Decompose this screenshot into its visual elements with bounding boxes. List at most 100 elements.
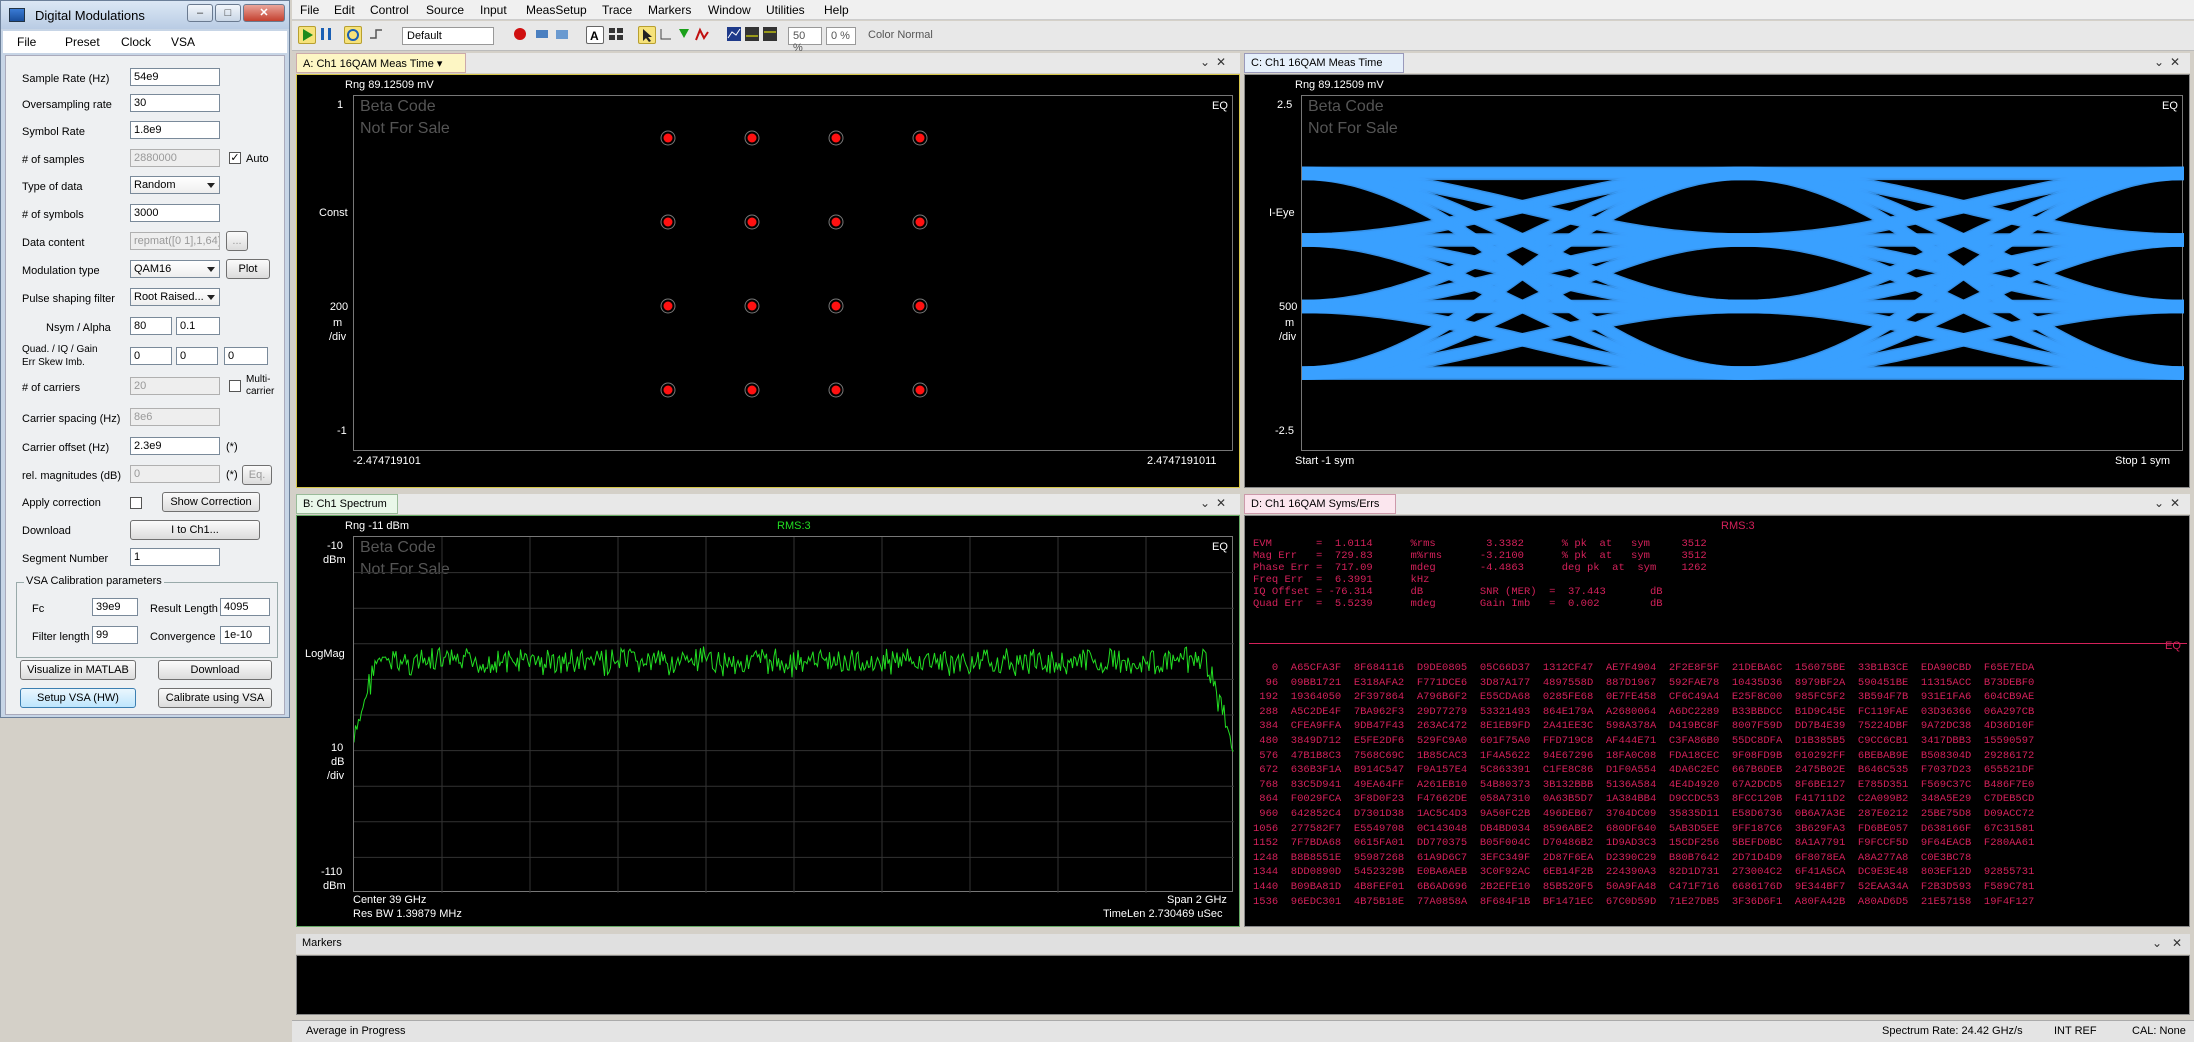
layout-icon[interactable] — [608, 26, 626, 44]
plot-button[interactable]: Plot — [226, 259, 270, 279]
setup-vsa-button[interactable]: Setup VSA (HW) — [20, 688, 136, 708]
zoom-icon[interactable] — [658, 26, 676, 44]
color-mode-select[interactable]: Color Normal — [864, 27, 960, 45]
panel-d-tab[interactable]: D: Ch1 16QAM Syms/Errs — [1244, 494, 1396, 514]
menu-preset[interactable]: Preset — [65, 35, 100, 49]
markers-panel[interactable] — [296, 955, 2190, 1015]
type-of-data-select[interactable]: Random — [130, 176, 220, 194]
auto-checkbox[interactable]: ✓ — [229, 152, 241, 164]
menu-control[interactable]: Control — [370, 3, 409, 17]
carrier-spacing-field[interactable]: 8e6 — [130, 408, 220, 426]
marker-peak-icon[interactable] — [694, 26, 712, 44]
nsym-field[interactable]: 80 — [130, 317, 172, 335]
chart-icon[interactable] — [726, 26, 744, 44]
eq-button[interactable]: Eq. — [242, 465, 272, 485]
visualize-matlab-button[interactable]: Visualize in MATLAB — [20, 660, 136, 680]
recall-icon[interactable] — [554, 26, 572, 44]
multi-carrier-checkbox[interactable] — [229, 380, 241, 392]
menu-help[interactable]: Help — [824, 3, 849, 17]
modulation-type-select[interactable]: QAM16 — [130, 260, 220, 278]
panel-b-menu-icon[interactable]: ⌄ — [1200, 496, 1210, 510]
annotation-icon[interactable]: A — [586, 26, 604, 44]
panel-b-range: Rng -11 dBm — [345, 520, 409, 532]
sample-rate-field[interactable]: 54e9 — [130, 68, 220, 86]
apply-correction-checkbox[interactable] — [130, 497, 142, 509]
restart-icon[interactable] — [344, 26, 362, 44]
gain-imb-field[interactable]: 0 — [224, 347, 268, 365]
carrier-offset-field[interactable]: 2.3e9 — [130, 437, 220, 455]
chart2-icon[interactable] — [744, 26, 762, 44]
spectrum-plot[interactable]: Beta Code Not For Sale EQ — [353, 536, 1234, 893]
menu-source[interactable]: Source — [426, 3, 464, 17]
trigger-icon[interactable] — [368, 26, 386, 44]
minimize-icon[interactable]: – — [187, 4, 213, 22]
download-to-ch1-button[interactable]: I to Ch1... — [130, 520, 260, 540]
menu-markers[interactable]: Markers — [648, 3, 691, 17]
marker-down-icon[interactable] — [676, 26, 694, 44]
panel-b[interactable]: Rng -11 dBm RMS:3 -10 dBm LogMag 10 dB /… — [296, 515, 1240, 927]
panel-b-close-icon[interactable]: ✕ — [1216, 496, 1226, 510]
save-trace-icon[interactable] — [534, 26, 552, 44]
close-icon[interactable]: ✕ — [243, 4, 285, 22]
eye-diagram-plot[interactable]: Beta Code Not For Sale EQ — [1301, 95, 2184, 451]
panel-a-menu-icon[interactable]: ⌄ — [1200, 55, 1210, 69]
pointer-icon[interactable] — [638, 26, 656, 44]
dialog-titlebar[interactable]: Digital Modulations – □ ✕ — [1, 1, 289, 29]
panel-c-close-icon[interactable]: ✕ — [2170, 55, 2180, 69]
menu-file[interactable]: File — [17, 35, 36, 49]
panel-a[interactable]: Rng 89.12509 mV 1 Const 200 m /div -1 -2… — [296, 74, 1240, 488]
calibrate-vsa-button[interactable]: Calibrate using VSA — [158, 688, 272, 708]
preset-select[interactable]: Default — [402, 27, 494, 45]
panel-d-menu-icon[interactable]: ⌄ — [2154, 496, 2164, 510]
panel-b-tab[interactable]: B: Ch1 Spectrum — [296, 494, 398, 514]
scale-percent-1[interactable]: 50 % — [788, 27, 822, 54]
menu-vsa[interactable]: VSA — [171, 35, 195, 49]
maximize-icon[interactable]: □ — [215, 4, 241, 22]
quad-err-field[interactable]: 0 — [130, 347, 172, 365]
panel-d-close-icon[interactable]: ✕ — [2170, 496, 2180, 510]
segment-number-field[interactable]: 1 — [130, 548, 220, 566]
play-icon[interactable] — [298, 26, 316, 44]
panel-a-tab[interactable]: A: Ch1 16QAM Meas Time ▾ — [296, 53, 466, 73]
samples-field[interactable]: 2880000 — [130, 149, 220, 167]
menu-meassetup[interactable]: MeasSetup — [526, 3, 587, 17]
menu-trace[interactable]: Trace — [602, 3, 632, 17]
panel-a-close-icon[interactable]: ✕ — [1216, 55, 1226, 69]
chart3-icon[interactable] — [762, 26, 780, 44]
rel-magnitudes-field[interactable]: 0 — [130, 465, 220, 483]
carriers-field[interactable]: 20 — [130, 377, 220, 395]
convergence-field[interactable]: 1e-10 — [220, 626, 270, 644]
oversampling-field[interactable]: 30 — [130, 94, 220, 112]
result-length-field[interactable]: 4095 — [220, 598, 270, 616]
record-icon[interactable] — [512, 26, 530, 44]
pause-icon[interactable] — [318, 26, 336, 44]
data-content-browse-button[interactable]: ... — [226, 231, 248, 251]
menu-window[interactable]: Window — [708, 3, 751, 17]
data-content-field[interactable]: repmat([0 1],1,64) — [130, 232, 220, 250]
fc-field[interactable]: 39e9 — [92, 598, 138, 616]
markers-close-icon[interactable]: ✕ — [2172, 936, 2182, 950]
menu-edit[interactable]: Edit — [334, 3, 355, 17]
menu-utilities[interactable]: Utilities — [766, 3, 805, 17]
show-correction-button[interactable]: Show Correction — [162, 492, 260, 512]
panel-c[interactable]: Rng 89.12509 mV 2.5 I-Eye 500 m /div -2.… — [1244, 74, 2190, 488]
constellation-point — [660, 298, 676, 314]
scale-percent-2[interactable]: 0 % — [826, 27, 856, 45]
menu-input[interactable]: Input — [480, 3, 507, 17]
panel-d[interactable]: RMS:3 EVM = 1.0114 %rms 3.3382 % pk at s… — [1244, 515, 2190, 927]
alpha-field[interactable]: 0.1 — [176, 317, 220, 335]
pulse-shaping-select[interactable]: Root Raised... — [130, 288, 220, 306]
markers-pin-icon[interactable]: ⌄ — [2152, 936, 2162, 950]
panel-c-menu-icon[interactable]: ⌄ — [2154, 55, 2164, 69]
status-bar: Average in Progress Spectrum Rate: 24.42… — [292, 1020, 2194, 1042]
vsa-download-button[interactable]: Download — [158, 660, 272, 680]
menu-file-main[interactable]: File — [300, 3, 319, 17]
filter-length-field[interactable]: 99 — [92, 626, 138, 644]
symbol-rate-field[interactable]: 1.8e9 — [130, 121, 220, 139]
constellation-plot[interactable]: Beta Code Not For Sale EQ — [353, 95, 1233, 451]
iq-skew-field[interactable]: 0 — [176, 347, 218, 365]
panel-c-tab[interactable]: C: Ch1 16QAM Meas Time — [1244, 53, 1404, 73]
symbols-field[interactable]: 3000 — [130, 204, 220, 222]
samples-label: # of samples — [22, 154, 85, 166]
menu-clock[interactable]: Clock — [121, 35, 151, 49]
